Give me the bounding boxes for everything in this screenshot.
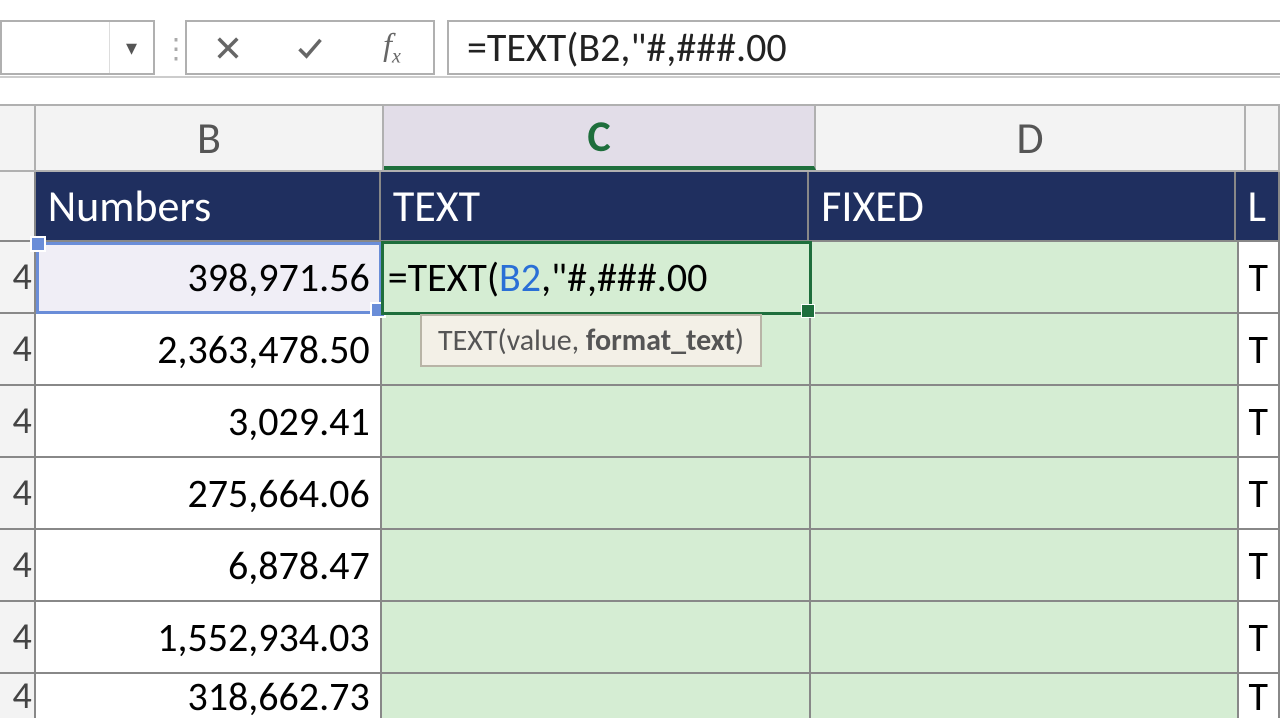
cell-e2[interactable]: T	[1239, 242, 1280, 314]
header-cell-numbers[interactable]: Numbers	[36, 172, 381, 242]
formula-text: =TEXT(B2,"#,###.00	[467, 23, 787, 72]
name-box-dropdown[interactable]: ▾	[109, 22, 153, 73]
cell[interactable]	[811, 386, 1238, 458]
cell[interactable]	[811, 602, 1238, 674]
spacer	[0, 78, 1280, 104]
insert-function-button[interactable]: fx	[362, 22, 422, 73]
cell[interactable]	[811, 530, 1238, 602]
row-header[interactable]: 4	[0, 242, 36, 314]
name-box[interactable]: ▾	[0, 20, 155, 75]
cell[interactable]: 1,552,934.03	[36, 602, 382, 674]
check-icon	[296, 34, 324, 62]
function-tooltip[interactable]: TEXT(value, format_text)	[420, 314, 762, 367]
table-row: 4 398,971.56 =TEXT(B2,"#,###.00 T	[0, 242, 1280, 314]
column-headers: B C D	[0, 104, 1280, 172]
column-header-c[interactable]: C	[384, 106, 816, 170]
separator: ⋮	[173, 20, 179, 76]
cell[interactable]	[382, 386, 811, 458]
row-header[interactable]	[0, 172, 36, 242]
header-cell-text[interactable]: TEXT	[381, 172, 809, 242]
cell[interactable]: 275,664.06	[36, 458, 382, 530]
row-header[interactable]: 4	[0, 314, 36, 386]
cell[interactable]: T	[1239, 386, 1280, 458]
cell[interactable]: T	[1239, 530, 1280, 602]
row-header[interactable]: 4	[0, 458, 36, 530]
select-all-corner[interactable]	[0, 106, 36, 170]
cell-c2-editing[interactable]: =TEXT(B2,"#,###.00	[382, 242, 811, 314]
cell[interactable]: 3,029.41	[36, 386, 382, 458]
header-cell-l[interactable]: L	[1236, 172, 1280, 242]
cell[interactable]	[382, 602, 811, 674]
row-header[interactable]: 4	[0, 386, 36, 458]
cell[interactable]	[382, 674, 811, 718]
cell[interactable]: 2,363,478.50	[36, 314, 382, 386]
enter-button[interactable]	[280, 22, 340, 73]
cell[interactable]	[382, 530, 811, 602]
cell[interactable]: 6,878.47	[36, 530, 382, 602]
table-row: 4 3,029.41 T	[0, 386, 1280, 458]
editing-formula: =TEXT(B2,"#,###.00	[388, 253, 708, 302]
table-row: 4 318,662.73 T	[0, 674, 1280, 718]
fx-icon: fx	[383, 26, 401, 68]
formula-bar-buttons: fx	[185, 20, 435, 75]
row-header[interactable]: 4	[0, 530, 36, 602]
grid-body: 4 398,971.56 =TEXT(B2,"#,###.00 T TEXT(v…	[0, 242, 1280, 718]
cancel-button[interactable]	[198, 22, 258, 73]
cell[interactable]	[811, 674, 1238, 718]
row-header[interactable]: 4	[0, 602, 36, 674]
cell[interactable]: T	[1239, 674, 1280, 718]
row-header[interactable]: 4	[0, 674, 36, 718]
chevron-down-icon: ▾	[126, 34, 137, 61]
cell[interactable]	[811, 458, 1238, 530]
cell[interactable]	[382, 458, 811, 530]
close-icon	[214, 34, 242, 62]
cell[interactable]: 318,662.73	[36, 674, 382, 718]
header-cell-fixed[interactable]: FIXED	[809, 172, 1235, 242]
cell-b2[interactable]: 398,971.56	[36, 242, 382, 314]
cell[interactable]	[811, 314, 1238, 386]
table-row: 4 6,878.47 T	[0, 530, 1280, 602]
table-row: 4 275,664.06 T	[0, 458, 1280, 530]
formula-input[interactable]: =TEXT(B2,"#,###.00	[447, 20, 1280, 75]
column-header-e[interactable]	[1246, 106, 1280, 170]
cell[interactable]: T	[1239, 458, 1280, 530]
column-header-b[interactable]: B	[36, 106, 384, 170]
cell[interactable]: T	[1239, 602, 1280, 674]
formula-bar: ▾ ⋮ fx =TEXT(B2,"#,###.00	[0, 0, 1280, 78]
cell[interactable]: T	[1239, 314, 1280, 386]
cell-d2[interactable]	[811, 242, 1238, 314]
column-header-d[interactable]: D	[816, 106, 1246, 170]
table-row: 4 1,552,934.03 T	[0, 602, 1280, 674]
table-header-row: Numbers TEXT FIXED L	[0, 172, 1280, 242]
